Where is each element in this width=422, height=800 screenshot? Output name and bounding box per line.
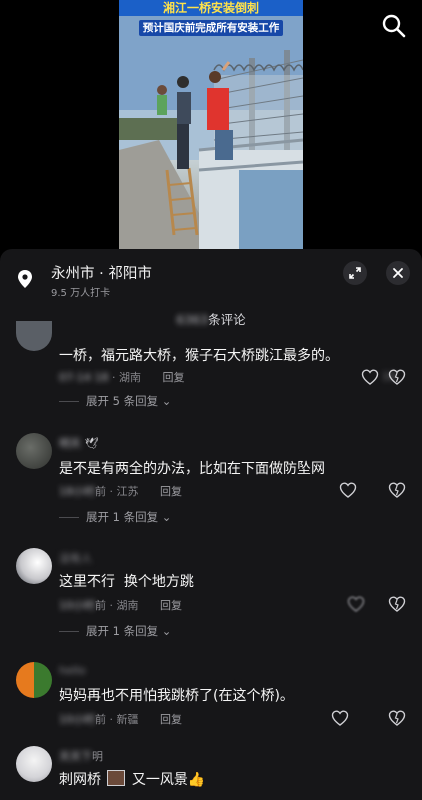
divider [59, 401, 79, 402]
avatar[interactable] [16, 662, 52, 698]
comment-username: 没有人 [59, 552, 92, 565]
comment-meta: 10小时前 · 新疆 回复 [59, 711, 182, 727]
location-title: 永州市 · 祁阳市 [51, 266, 152, 282]
comment-text-part1: 刺网桥 [59, 772, 101, 788]
dislike-icon[interactable] [388, 482, 406, 498]
comment-time: 10小时 [59, 599, 95, 612]
video-frame[interactable]: 湘江一桥安装倒刺 预计国庆前完成所有安装工作 [119, 0, 303, 250]
reply-button[interactable]: 回复 [160, 713, 182, 726]
expand-replies[interactable]: 展开 1 条回复 ⌄ [59, 623, 171, 639]
expand-replies-label: 展开 1 条回复 [86, 624, 159, 638]
comments-sheet: 永州市 · 祁阳市 9.5 万人打卡 6363条评论 一桥，福元路大桥，猴子石大… [0, 249, 422, 800]
comment-time: 07-14 18 [59, 371, 109, 384]
like-icon[interactable] [347, 596, 365, 612]
expand-icon [349, 267, 361, 279]
comments-header: 6363条评论 [0, 309, 422, 328]
reply-button[interactable]: 回复 [160, 485, 182, 498]
username-text: 天天下 [59, 750, 92, 763]
search-icon [382, 14, 406, 38]
comment-meta: 10小时前 · 湖南 回复 [59, 597, 182, 613]
comment-meta: 07-14 18 · 湖南 回复 [59, 369, 184, 385]
expand-replies[interactable]: 展开 1 条回复 ⌄ [59, 509, 171, 525]
chevron-down-icon: ⌄ [158, 510, 172, 524]
chevron-down-icon: ⌄ [158, 394, 172, 408]
close-button[interactable] [386, 261, 410, 285]
comment-text-part2: 又一风景 [131, 772, 188, 788]
close-icon [393, 268, 403, 278]
username-suffix: 明 [92, 750, 103, 763]
comment-item: 一桥，福元路大桥，猴子石大桥跳江最多的。 07-14 18 · 湖南 回复 16… [0, 321, 422, 423]
comment-username: 明天 🕊 [59, 435, 98, 451]
video-caption-title: 湘江一桥安装倒刺 [119, 0, 303, 16]
expand-replies[interactable]: 展开 5 条回复 ⌄ [59, 393, 171, 409]
expand-replies-label: 展开 1 条回复 [86, 510, 159, 524]
comment-text: 是不是有两全的办法，比如在下面做防坠网 [59, 461, 325, 477]
checkin-count: 9.5 万人打卡 [51, 288, 111, 299]
video-player[interactable]: 湘江一桥安装倒刺 预计国庆前完成所有安装工作 [0, 0, 422, 250]
location-bar[interactable]: 永州市 · 祁阳市 9.5 万人打卡 [0, 249, 422, 299]
comment-text: 刺网桥 又一风景👍 [59, 769, 205, 789]
expand-replies-label: 展开 5 条回复 [86, 394, 159, 408]
dislike-icon[interactable] [388, 596, 406, 612]
bird-icon: 🕊 [84, 437, 99, 450]
comment-meta: 18小时前 · 江苏 回复 [59, 483, 182, 499]
bridge-scene [119, 0, 303, 250]
reply-button[interactable]: 回复 [162, 371, 184, 384]
video-caption-subtitle: 预计国庆前完成所有安装工作 [139, 20, 283, 36]
avatar[interactable] [16, 433, 52, 469]
expand-button[interactable] [343, 261, 367, 285]
sticker-image [107, 770, 126, 786]
avatar[interactable] [16, 548, 52, 584]
like-icon[interactable] [339, 482, 357, 498]
avatar[interactable] [16, 746, 52, 782]
comment-text: 妈妈再也不用怕我跳桥了(在这个桥)。 [59, 688, 294, 704]
comment-region: 前 · 新疆 [95, 713, 139, 726]
comment-region: 前 · 湖南 [95, 599, 139, 612]
comment-location: · [111, 371, 119, 384]
comment-region: 湖南 [118, 371, 141, 384]
dislike-icon[interactable] [388, 369, 406, 385]
like-icon[interactable] [331, 710, 349, 726]
comment-username: 天天下明 [59, 748, 103, 764]
comment-region: 前 · 江苏 [95, 485, 139, 498]
username-text: 明天 [59, 437, 81, 450]
divider [59, 631, 79, 632]
like-icon[interactable] [361, 369, 379, 385]
comment-text: 一桥，福元路大桥，猴子石大桥跳江最多的。 [59, 348, 339, 364]
comment-item: 明天 🕊 是不是有两全的办法，比如在下面做防坠网 18小时前 · 江苏 回复 展… [0, 433, 422, 543]
dislike-icon[interactable] [388, 710, 406, 726]
comment-time: 18小时 [59, 485, 95, 498]
comment-item: 天天下明 刺网桥 又一风景👍 [0, 746, 422, 800]
comment-time: 10小时 [59, 713, 95, 726]
avatar[interactable] [16, 321, 52, 351]
comment-item: hello 妈妈再也不用怕我跳桥了(在这个桥)。 10小时前 · 新疆 回复 [0, 662, 422, 742]
comments-count: 6363 [176, 312, 209, 327]
thumbs-up-icon: 👍 [187, 772, 206, 788]
divider [59, 517, 79, 518]
location-pin-icon [18, 270, 32, 288]
chevron-down-icon: ⌄ [158, 624, 172, 638]
comments-label: 条评论 [208, 312, 246, 327]
comment-item: 没有人 这里不行 换个地方跳 10小时前 · 湖南 回复 展开 1 条回复 ⌄ [0, 548, 422, 648]
search-button[interactable] [378, 10, 410, 42]
reply-button[interactable]: 回复 [160, 599, 182, 612]
comment-username: hello [59, 664, 86, 677]
comment-text: 这里不行 换个地方跳 [59, 574, 194, 590]
